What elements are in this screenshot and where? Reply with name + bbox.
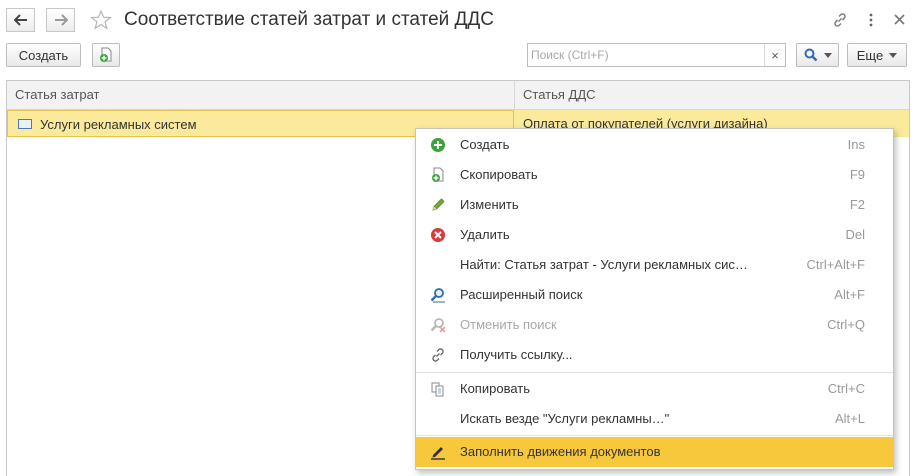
more-label: Еще <box>856 47 884 63</box>
chevron-down-icon <box>823 52 832 58</box>
page-title: Соответствие статей затрат и статей ДДС <box>124 9 494 30</box>
menu-item-shortcut: Ins <box>847 137 865 152</box>
search-input[interactable] <box>531 45 761 65</box>
arrow-right-icon <box>54 14 68 26</box>
menu-item-shortcut: Alt+F <box>834 287 865 302</box>
delete-circle-icon <box>431 228 445 242</box>
catalog-item-icon <box>18 119 32 129</box>
arrow-left-icon <box>13 14 27 26</box>
create-button[interactable]: Создать <box>6 43 81 67</box>
add-copy-icon <box>100 47 112 62</box>
menu-item-label: Изменить <box>460 197 519 212</box>
menu-item-advanced-search[interactable]: Расширенный поиск Alt+F <box>416 280 893 310</box>
menu-separator <box>416 372 893 373</box>
menu-item-label: Найти: Статья затрат - Услуги рекламных … <box>460 257 748 272</box>
menu-item-shortcut: Del <box>845 227 865 242</box>
column-header-cost-item[interactable]: Статья затрат <box>7 81 100 109</box>
copy-doc-icon <box>432 167 444 182</box>
chevron-down-icon <box>889 52 898 58</box>
column-header-cash-flow-item[interactable]: Статья ДДС <box>515 81 596 109</box>
menu-item-label: Создать <box>460 137 510 152</box>
star-outline-icon[interactable] <box>90 9 112 31</box>
link-icon <box>432 348 444 362</box>
search-button[interactable] <box>796 43 839 67</box>
table-header: Статья затрат Статья ДДС <box>7 81 909 110</box>
menu-item-label: Заполнить движения документов <box>460 444 661 459</box>
plus-circle-icon <box>431 138 445 152</box>
menu-item-label: Отменить поиск <box>460 317 557 332</box>
pen-icon <box>431 447 445 460</box>
search-clear-button[interactable]: × <box>764 44 785 66</box>
menu-item-shortcut: F2 <box>849 197 865 212</box>
forward-button[interactable] <box>46 8 75 32</box>
menu-item-label: Скопировать <box>460 167 538 182</box>
context-menu: Создать Ins Скопировать F9 Изменить F2 У… <box>415 128 894 470</box>
magnifier-icon <box>804 48 817 62</box>
menu-item-shortcut: Ctrl+C <box>827 381 865 396</box>
menu-item-delete[interactable]: Удалить Del <box>416 220 893 250</box>
menu-item-shortcut: Alt+L <box>835 411 865 426</box>
pencil-icon <box>432 198 445 211</box>
menu-item-create[interactable]: Создать Ins <box>416 130 893 160</box>
clipboard-copy-icon <box>431 382 444 397</box>
menu-item-copy-create[interactable]: Скопировать F9 <box>416 160 893 190</box>
menu-item-search-everywhere[interactable]: Искать везде "Услуги рекламны…" Alt+L <box>416 404 893 434</box>
menu-item-find[interactable]: Найти: Статья затрат - Услуги рекламных … <box>416 250 893 280</box>
menu-item-shortcut: Ctrl+Alt+F <box>806 257 865 272</box>
menu-item-fill-document-movements[interactable]: Заполнить движения документов <box>416 437 893 467</box>
menu-item-shortcut: Ctrl+Q <box>827 317 865 332</box>
back-button[interactable] <box>6 8 35 32</box>
advanced-search-icon <box>430 288 445 303</box>
link-icon[interactable] <box>832 12 848 28</box>
cancel-search-icon <box>430 318 446 333</box>
add-copy-button[interactable] <box>92 43 120 67</box>
menu-item-shortcut: F9 <box>849 167 865 182</box>
menu-item-cancel-search: Отменить поиск Ctrl+Q <box>416 310 893 340</box>
menu-item-label: Искать везде "Услуги рекламны…" <box>460 411 670 426</box>
more-button[interactable]: Еще <box>847 43 907 67</box>
menu-item-edit[interactable]: Изменить F2 <box>416 190 893 220</box>
menu-item-label: Удалить <box>460 227 510 242</box>
menu-separator <box>416 435 893 436</box>
menu-item-label: Расширенный поиск <box>460 287 583 302</box>
cost-item-value: Услуги рекламных систем <box>40 117 197 132</box>
vertical-dots-icon[interactable] <box>868 12 874 28</box>
search-field[interactable]: × <box>527 43 786 67</box>
menu-item-get-link[interactable]: Получить ссылку... <box>416 340 893 370</box>
menu-item-label: Копировать <box>460 381 530 396</box>
menu-item-label: Получить ссылку... <box>460 347 573 362</box>
close-icon[interactable] <box>893 13 906 26</box>
menu-item-copy[interactable]: Копировать Ctrl+C <box>416 374 893 404</box>
